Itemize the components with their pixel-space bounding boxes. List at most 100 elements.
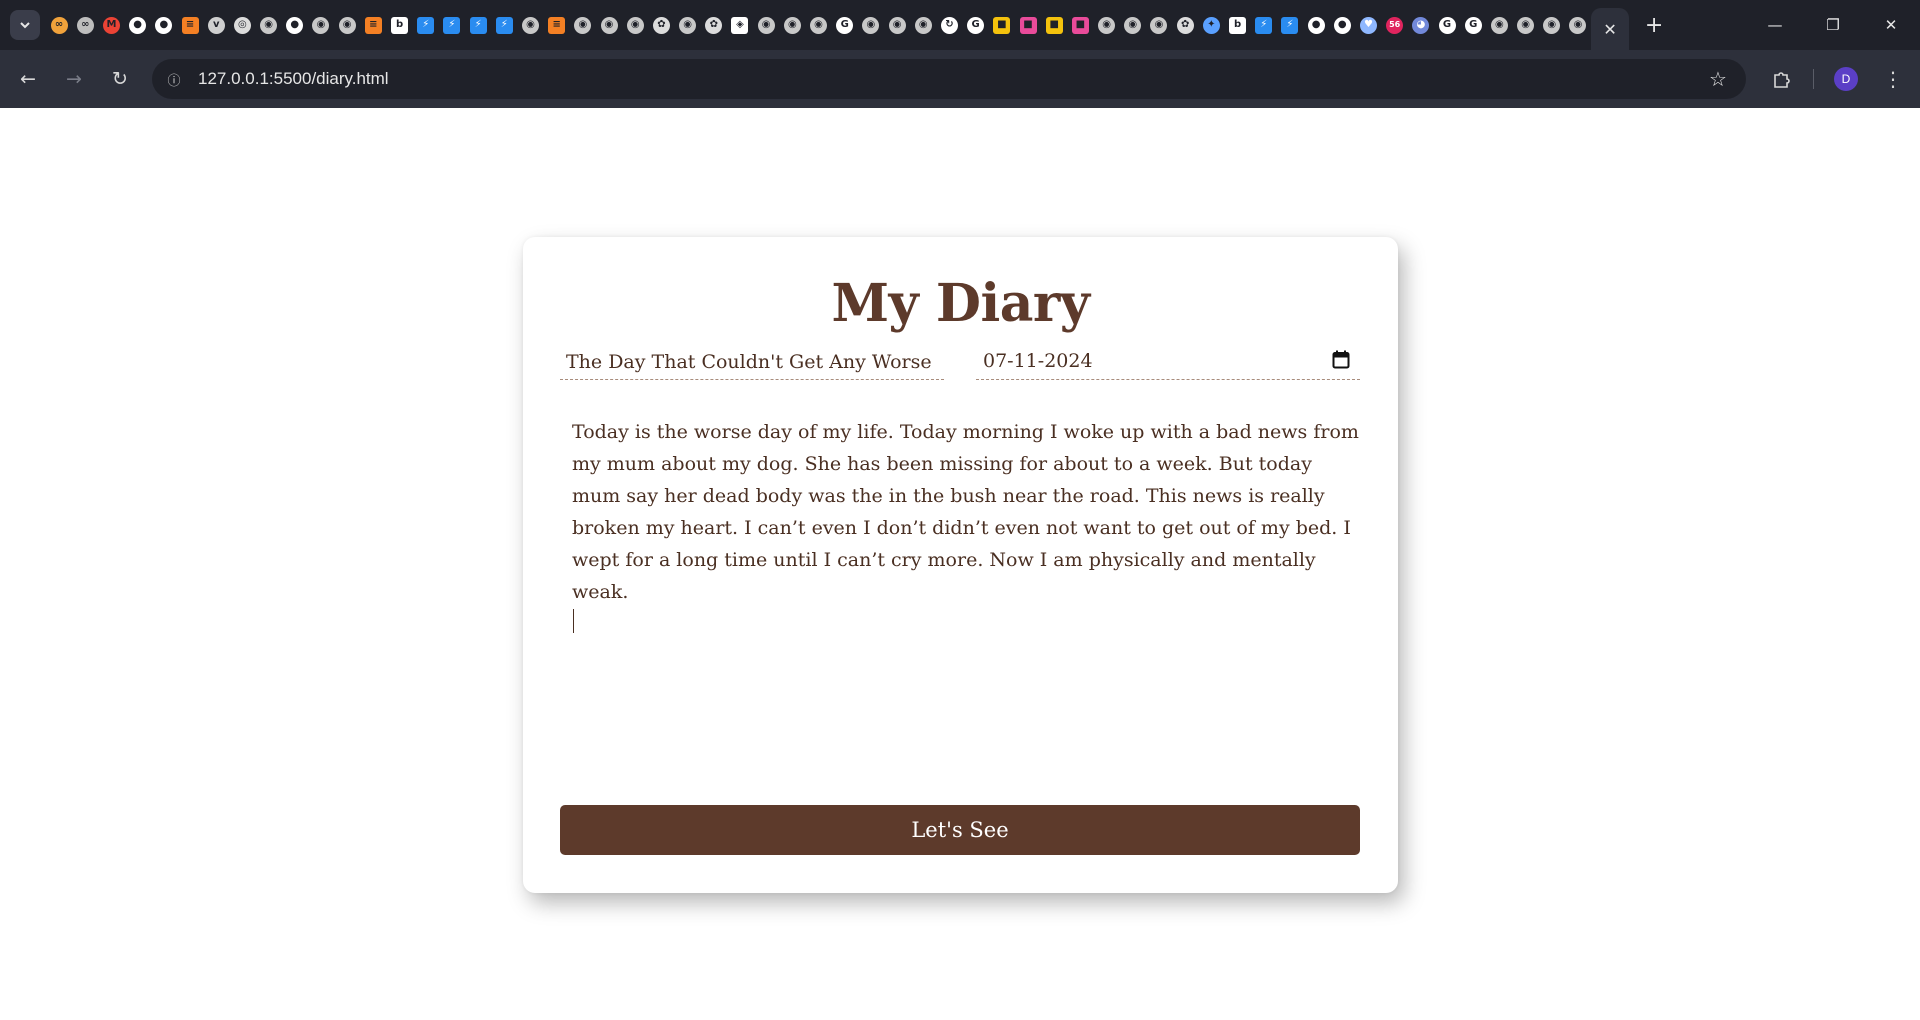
pinned-tab[interactable]: ◉	[1539, 10, 1565, 40]
pinned-tab[interactable]: ◉	[517, 10, 543, 40]
pinned-tab[interactable]: ◉	[334, 10, 360, 40]
pinned-tab[interactable]: M	[98, 10, 124, 40]
pinned-tab[interactable]: ◉	[1094, 10, 1120, 40]
bolt-icon: ⚡	[1255, 16, 1273, 34]
address-bar[interactable]: ⓘ 127.0.0.1:5500/diary.html ☆	[152, 59, 1746, 99]
profile-avatar[interactable]: D	[1834, 67, 1858, 91]
pinned-tab[interactable]: ♥	[1355, 10, 1381, 40]
pinned-tab[interactable]: ◉	[779, 10, 805, 40]
entry-date-input[interactable]: 07-11-2024	[976, 344, 1360, 380]
pinned-tab[interactable]: ■	[1015, 10, 1041, 40]
entry-body-textarea[interactable]: Today is the worse day of my life. Today…	[572, 416, 1362, 676]
globe-icon: ◉	[810, 16, 828, 34]
google-icon: G	[836, 16, 854, 34]
restore-button[interactable]: ❐	[1804, 0, 1862, 50]
pinned-tab[interactable]: G	[832, 10, 858, 40]
pinned-tab[interactable]: ⚡	[439, 10, 465, 40]
pinned-tab[interactable]: G	[1460, 10, 1486, 40]
browser-menu-icon[interactable]: ⋮	[1876, 59, 1910, 99]
entry-title-input[interactable]	[560, 344, 944, 380]
pinned-tab[interactable]: ●	[1303, 10, 1329, 40]
vivaldi-icon: v	[207, 16, 225, 34]
pinned-tab[interactable]: ◉	[570, 10, 596, 40]
url-text[interactable]: 127.0.0.1:5500/diary.html	[198, 69, 389, 89]
colorful-app-icon: ■	[1045, 16, 1063, 34]
colorful-app-icon: ■	[1019, 16, 1037, 34]
pinned-tab[interactable]: ◉	[596, 10, 622, 40]
pinned-tab[interactable]: ∞	[72, 10, 98, 40]
pinned-tab[interactable]: ✿	[1172, 10, 1198, 40]
pinned-tab[interactable]: ■	[1067, 10, 1093, 40]
pinned-tab[interactable]: ◉	[805, 10, 831, 40]
active-tab[interactable]: ✕	[1591, 8, 1630, 50]
pinned-tab[interactable]: ◉	[753, 10, 779, 40]
lets-see-button[interactable]: Let's See	[560, 805, 1360, 855]
pinned-tab[interactable]: ■	[989, 10, 1015, 40]
extensions-puzzle-icon[interactable]	[1762, 59, 1802, 99]
globe-icon: ◉	[1098, 16, 1116, 34]
pinned-tab[interactable]: ◕	[1408, 10, 1434, 40]
diary-card: My Diary 07-11-2024 Today is the worse d…	[523, 237, 1398, 893]
calendar-icon[interactable]	[1332, 350, 1350, 369]
pinned-tab[interactable]: ◉	[1513, 10, 1539, 40]
pinned-tab[interactable]: ◉	[884, 10, 910, 40]
pinned-tab[interactable]: ◎	[229, 10, 255, 40]
pinned-tab[interactable]: ◉	[910, 10, 936, 40]
entry-date-value[interactable]: 07-11-2024	[983, 350, 1093, 372]
globe-icon: ◉	[757, 16, 775, 34]
pinned-tab[interactable]: ◉	[1146, 10, 1172, 40]
pinned-tab[interactable]: ⚡	[413, 10, 439, 40]
pinned-tab[interactable]: ●	[125, 10, 151, 40]
pinned-tab[interactable]: b	[386, 10, 412, 40]
pinned-tab[interactable]: ⚡	[491, 10, 517, 40]
reload-button[interactable]: ↻	[100, 59, 140, 99]
pinned-tab[interactable]: ◉	[675, 10, 701, 40]
pinned-tab[interactable]: ✿	[701, 10, 727, 40]
new-tab-button[interactable]: +	[1637, 8, 1671, 42]
pinned-tab[interactable]: ≡	[177, 10, 203, 40]
github-icon: ●	[129, 16, 147, 34]
pinned-tab[interactable]: ◉	[1120, 10, 1146, 40]
globe-icon: ◉	[626, 16, 644, 34]
pinned-tab[interactable]: G	[1434, 10, 1460, 40]
github-icon: ●	[1307, 16, 1325, 34]
back-button[interactable]: ←	[8, 59, 48, 99]
pinned-tab[interactable]: ✿	[648, 10, 674, 40]
github-icon: ●	[286, 16, 304, 34]
pinned-tab[interactable]: ↻	[936, 10, 962, 40]
pinned-tab[interactable]: 56	[1382, 10, 1408, 40]
close-window-button[interactable]: ✕	[1862, 0, 1920, 50]
minimize-button[interactable]: —	[1746, 0, 1804, 50]
pinned-tab[interactable]: ≡	[544, 10, 570, 40]
google-icon: G	[967, 16, 985, 34]
pinned-tab[interactable]: b	[1224, 10, 1250, 40]
pinned-tab[interactable]: ◉	[1565, 10, 1591, 40]
pinned-tab[interactable]: ◉	[308, 10, 334, 40]
tab-bar: ∞ ∞ M ● ● ≡ v ◎ ◉ ● ◉ ◉ ≡ b ⚡ ⚡ ⚡ ⚡ ◉ ≡ ◉ ◉ ◉ ✿ ◉ ✿ ◈ ◉ ◉ ◉ G ◉ ◉ ◉ ↻ G ■ ■ ■ ■…	[0, 0, 1920, 50]
pinned-tab[interactable]: ✦	[1198, 10, 1224, 40]
bookmark-star-icon[interactable]: ☆	[1704, 65, 1732, 93]
pinned-tab[interactable]: ≡	[360, 10, 386, 40]
pinned-tab[interactable]: ■	[1041, 10, 1067, 40]
pinned-tab[interactable]: G	[963, 10, 989, 40]
pinned-tab[interactable]: ●	[1329, 10, 1355, 40]
tab-search-button[interactable]	[10, 10, 40, 40]
pinned-tab[interactable]: ◉	[256, 10, 282, 40]
pinned-tab[interactable]: ◉	[1486, 10, 1512, 40]
forward-button[interactable]: →	[54, 59, 94, 99]
pinned-tab[interactable]: ∞	[46, 10, 72, 40]
site-info-icon[interactable]: ⓘ	[162, 67, 186, 91]
pinned-tab[interactable]: ⚡	[1277, 10, 1303, 40]
pinned-tab[interactable]: ⚡	[1251, 10, 1277, 40]
pinned-tab[interactable]: ⚡	[465, 10, 491, 40]
pinned-tabs-strip: ∞ ∞ M ● ● ≡ v ◎ ◉ ● ◉ ◉ ≡ b ⚡ ⚡ ⚡ ⚡ ◉ ≡ ◉ ◉ ◉ ✿ ◉ ✿ ◈ ◉ ◉ ◉ G ◉ ◉ ◉ ↻ G ■ ■ ■ ■…	[46, 0, 1591, 50]
pinned-tab[interactable]: ●	[151, 10, 177, 40]
close-tab-icon[interactable]: ✕	[1603, 20, 1616, 39]
pinned-tab[interactable]: ◈	[727, 10, 753, 40]
pinned-tab[interactable]: ◉	[622, 10, 648, 40]
pinned-tab[interactable]: ●	[282, 10, 308, 40]
pinned-tab[interactable]: ◉	[858, 10, 884, 40]
gmail-icon: M	[102, 16, 120, 34]
pinned-tab[interactable]: v	[203, 10, 229, 40]
bolt-icon: ⚡	[417, 16, 435, 34]
